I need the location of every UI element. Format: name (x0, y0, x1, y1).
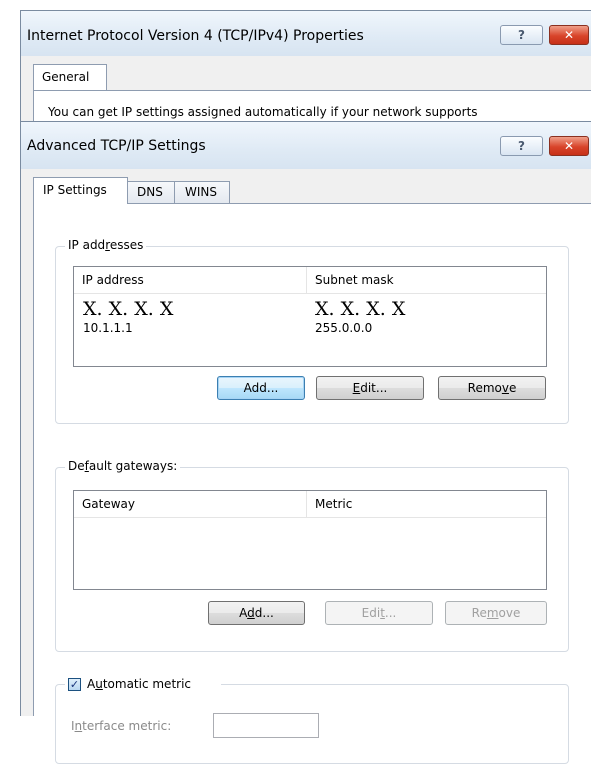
back-window-title: Internet Protocol Version 4 (TCP/IPv4) P… (27, 28, 364, 44)
front-window-body: IP Settings DNS WINS IP addresses IP add… (21, 169, 591, 764)
column-subnet-mask[interactable]: Subnet mask (306, 267, 546, 293)
back-help-button[interactable]: ? (500, 25, 543, 45)
default-gateways-group-title: Default gateways: (65, 459, 181, 473)
interface-metric-label: Interface metric: (71, 719, 172, 733)
back-window-body: General You can get IP settings assigned… (21, 56, 591, 131)
subnet-mask-placeholder: X. X. X. X (315, 298, 406, 320)
automatic-metric-group: ✓ Automatic metric Interface metric: (55, 676, 569, 764)
back-description-text: You can get IP settings assigned automat… (48, 105, 478, 119)
ip-add-button[interactable]: Add... (217, 376, 305, 400)
ip-remove-button[interactable]: Remove (438, 376, 546, 400)
front-window-title: Advanced TCP/IP Settings (27, 138, 206, 154)
ip-address-value: 10.1.1.1 (83, 321, 133, 335)
front-titlebar[interactable]: Advanced TCP/IP Settings ? ✕ (21, 122, 591, 169)
automatic-metric-checkbox[interactable]: ✓ (68, 678, 81, 691)
subnet-mask-value: 255.0.0.0 (315, 321, 373, 335)
checkmark-icon: ✓ (69, 678, 80, 691)
column-metric[interactable]: Metric (306, 491, 546, 517)
default-gateways-group: Default gateways: Gateway Metric Add... … (55, 459, 569, 652)
ip-addresses-group: IP addresses IP address Subnet mask X. X… (55, 238, 569, 424)
tcpipv4-properties-window: Internet Protocol Version 4 (TCP/IPv4) P… (20, 10, 591, 132)
column-gateway[interactable]: Gateway (74, 491, 306, 517)
tab-wins[interactable]: WINS (174, 181, 230, 204)
help-icon: ? (518, 28, 525, 42)
tab-ip-settings[interactable]: IP Settings (33, 177, 128, 204)
ip-addresses-group-title: IP addresses (65, 238, 147, 252)
front-help-button[interactable]: ? (500, 136, 543, 156)
automatic-metric-row: ✓ Automatic metric (65, 676, 221, 694)
gateway-remove-button[interactable]: Remove (445, 601, 547, 625)
help-icon: ? (518, 139, 525, 153)
automatic-metric-label[interactable]: Automatic metric (87, 677, 191, 691)
ip-address-row[interactable]: X. X. X. X 10.1.1.1 X. X. X. X 255.0.0.0 (74, 293, 546, 339)
ip-addresses-list[interactable]: IP address Subnet mask X. X. X. X 10.1.1… (73, 266, 547, 367)
ip-address-placeholder: X. X. X. X (83, 298, 174, 320)
default-gateways-list[interactable]: Gateway Metric (73, 490, 547, 590)
tab-dns[interactable]: DNS (127, 181, 175, 204)
ip-edit-button[interactable]: Edit... (316, 376, 424, 400)
gateway-add-button[interactable]: Add... (208, 601, 305, 625)
column-ip-address[interactable]: IP address (74, 267, 306, 293)
ip-settings-panel: IP addresses IP address Subnet mask X. X… (33, 203, 591, 764)
tab-general[interactable]: General (33, 64, 107, 91)
advanced-tcpip-settings-window: Advanced TCP/IP Settings ? ✕ IP Settings… (20, 121, 591, 764)
interface-metric-input[interactable] (213, 713, 319, 738)
close-icon: ✕ (563, 28, 575, 42)
close-icon: ✕ (563, 139, 575, 153)
back-close-button[interactable]: ✕ (549, 25, 589, 45)
gateways-list-header: Gateway Metric (74, 491, 546, 518)
ip-addresses-list-header: IP address Subnet mask (74, 267, 546, 294)
back-titlebar[interactable]: Internet Protocol Version 4 (TCP/IPv4) P… (21, 11, 591, 56)
gateway-edit-button[interactable]: Edit... (325, 601, 433, 625)
front-close-button[interactable]: ✕ (549, 136, 589, 156)
